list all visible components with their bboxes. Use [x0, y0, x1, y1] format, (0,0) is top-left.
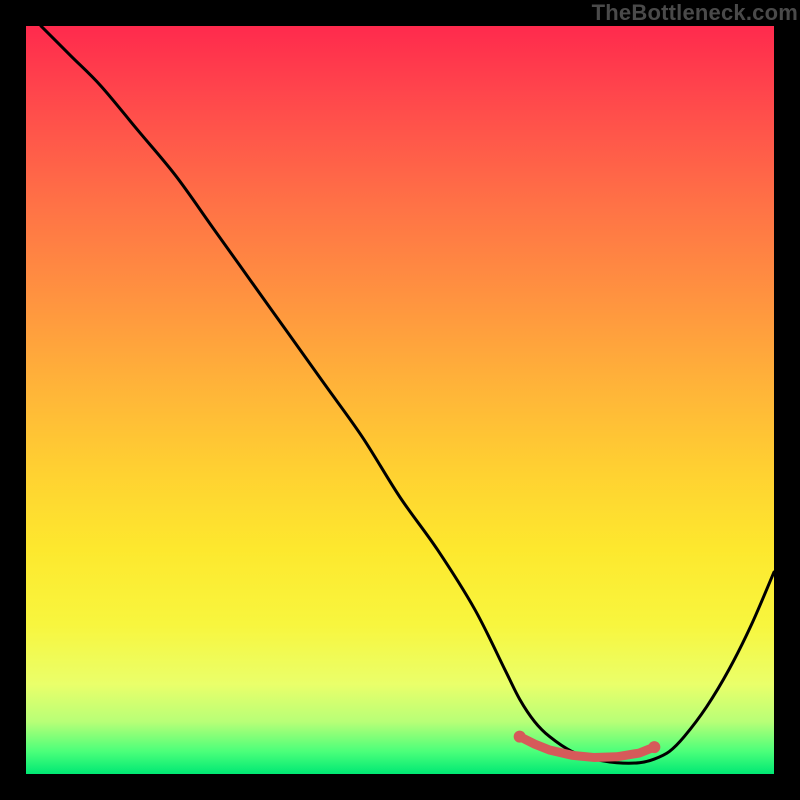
watermark-text: TheBottleneck.com	[592, 0, 798, 26]
chart-gradient-background	[26, 26, 774, 774]
chart-frame	[26, 26, 774, 774]
